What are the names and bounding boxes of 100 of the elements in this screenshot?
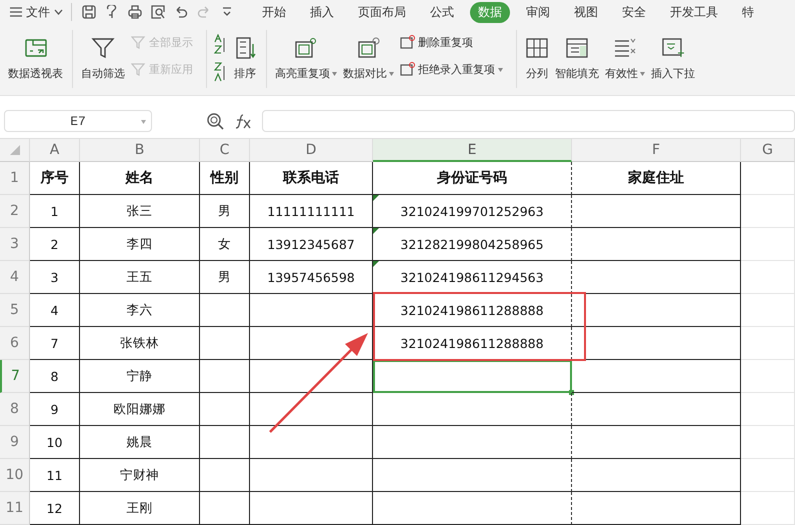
column-header[interactable]: B (80, 139, 200, 162)
row-header[interactable]: 11 (0, 492, 30, 525)
column-title: 身份证号码 (373, 162, 572, 195)
sort-ascending-icon[interactable] (213, 34, 227, 54)
print-preview-icon[interactable] (151, 5, 165, 19)
table-cell: 欧阳娜娜 (80, 393, 200, 426)
ribbon-tab[interactable]: 视图 (566, 2, 606, 22)
ribbon-tab[interactable]: 安全 (614, 2, 654, 22)
column-header[interactable]: A (30, 139, 80, 162)
table-cell: 321024198611288888 (373, 327, 572, 360)
row-header[interactable]: 8 (0, 393, 30, 426)
print-icon[interactable] (128, 5, 142, 19)
table-cell: 3 (30, 261, 80, 294)
ribbon-button[interactable]: 删除重复项 (398, 34, 505, 51)
compare-data-icon (356, 36, 380, 60)
ribbon-button[interactable]: 数据透视表 (6, 34, 65, 83)
filter-icon (91, 36, 115, 60)
row-header[interactable]: 6 (0, 327, 30, 360)
ribbon-button[interactable]: 分列 (523, 34, 551, 83)
column-header[interactable]: D (250, 139, 373, 162)
table-cell: 12 (30, 492, 80, 525)
filter-show-all-icon (131, 35, 146, 50)
table-cell (741, 261, 795, 294)
caret-icon (54, 9, 63, 15)
column-title: 序号 (30, 162, 80, 195)
table-cell: 321024198611294563 (373, 261, 572, 294)
insert-dropdown-icon (661, 36, 685, 60)
column-title: 姓名 (80, 162, 200, 195)
row-header[interactable]: 4 (0, 261, 30, 294)
row-header[interactable]: 7 (0, 360, 30, 393)
row-header[interactable]: 1 (0, 162, 30, 195)
smart-fill-icon (565, 36, 589, 60)
table-cell: 1 (30, 195, 80, 228)
ribbon-tab[interactable]: 开发工具 (662, 2, 726, 22)
column-header[interactable]: C (200, 139, 250, 162)
table-cell: 11111111111 (250, 195, 373, 228)
ribbon-tab[interactable]: 插入 (302, 2, 342, 22)
ribbon-button[interactable]: 插入下拉 (649, 34, 697, 83)
table-cell: 男 (200, 195, 250, 228)
table-cell: 宁静 (80, 360, 200, 393)
ribbon-tab[interactable]: 公式 (422, 2, 462, 22)
function-icon[interactable] (234, 113, 252, 129)
table-cell: 张三 (80, 195, 200, 228)
sort-descending-icon[interactable] (213, 62, 227, 82)
table-cell: 王刚 (80, 492, 200, 525)
zoom-icon[interactable] (206, 112, 224, 130)
table-cell: 4 (30, 294, 80, 327)
menu-icon (10, 7, 22, 17)
file-menu[interactable]: 文件 (6, 4, 67, 20)
select-all-icon (10, 145, 20, 155)
table-cell (200, 294, 250, 327)
ribbon-button[interactable]: 高亮重复项 (273, 34, 339, 83)
row-header[interactable]: 10 (0, 459, 30, 492)
ribbon-button[interactable]: 自动筛选 (79, 34, 127, 83)
save-icon[interactable] (82, 5, 96, 19)
active-cell[interactable] (373, 360, 572, 393)
ribbon-tab[interactable]: 开始 (254, 2, 294, 22)
table-cell: 张铁林 (80, 327, 200, 360)
delete-duplicates-icon (400, 35, 415, 50)
undo-icon[interactable] (174, 5, 188, 19)
table-cell: 李六 (80, 294, 200, 327)
table-cell: 2 (30, 228, 80, 261)
table-cell (741, 294, 795, 327)
highlight-duplicates-icon (294, 36, 318, 60)
table-cell: 王五 (80, 261, 200, 294)
table-cell (200, 327, 250, 360)
table-cell (741, 426, 795, 459)
table-cell (200, 492, 250, 525)
name-box[interactable]: E7 (4, 110, 152, 132)
table-cell: 8 (30, 360, 80, 393)
ribbon-button[interactable]: 有效性 (603, 34, 647, 83)
table-cell (741, 327, 795, 360)
column-header[interactable]: G (741, 139, 795, 162)
ribbon-tab[interactable]: 页面布局 (350, 2, 414, 22)
table-cell (741, 393, 795, 426)
ribbon-button[interactable]: 拒绝录入重复项 (398, 61, 505, 78)
table-cell (741, 492, 795, 525)
column-header[interactable]: E (373, 139, 572, 162)
table-cell: 321024198611288888 (373, 294, 572, 327)
ribbon-button[interactable]: 排序 (231, 34, 259, 83)
ribbon-button[interactable]: 数据对比 (341, 34, 396, 83)
table-cell (741, 360, 795, 393)
table-cell (200, 360, 250, 393)
table-cell (200, 393, 250, 426)
reject-duplicates-icon (400, 62, 415, 77)
ribbon-button[interactable]: 智能填充 (553, 34, 601, 83)
table-cell (741, 162, 795, 195)
table-cell: 男 (200, 261, 250, 294)
ribbon-tab[interactable]: 特 (734, 2, 762, 22)
row-header[interactable]: 2 (0, 195, 30, 228)
table-cell: 13957456598 (250, 261, 373, 294)
column-header[interactable]: F (572, 139, 741, 162)
column-title: 联系电话 (250, 162, 373, 195)
ribbon-tab[interactable]: 审阅 (518, 2, 558, 22)
formula-input[interactable] (262, 110, 795, 132)
row-header[interactable]: 9 (0, 426, 30, 459)
table-cell (200, 459, 250, 492)
row-header[interactable]: 3 (0, 228, 30, 261)
row-header[interactable]: 5 (0, 294, 30, 327)
table-cell: 10 (30, 426, 80, 459)
